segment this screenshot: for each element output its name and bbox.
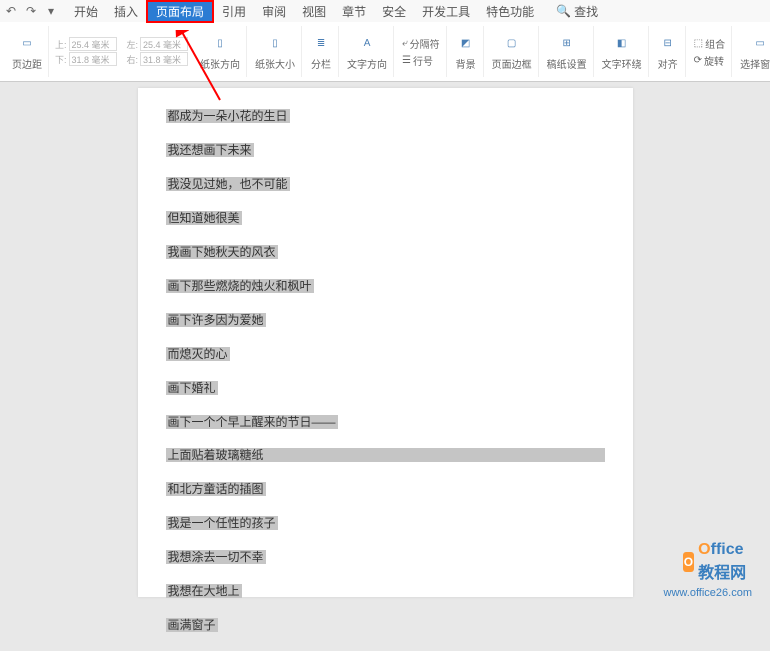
textwrap-label: 文字环绕 — [602, 56, 642, 71]
redo-icon[interactable]: ↷ — [24, 4, 38, 18]
group-icon: ⬚ — [694, 38, 703, 49]
text-line[interactable]: 画满窗子 — [166, 618, 218, 632]
tab-bar: ↶ ↷ ▾ 开始 插入 页面布局 引用 审阅 视图 章节 安全 开发工具 特色功… — [0, 0, 770, 22]
search-label: 查找 — [574, 3, 598, 20]
align-icon: ⊟ — [657, 32, 679, 54]
margin-bottom-input[interactable] — [69, 52, 117, 66]
background-icon: ◩ — [455, 32, 477, 54]
breaks-button[interactable]: ⤶分隔符 — [402, 36, 440, 51]
tab-start[interactable]: 开始 — [66, 1, 106, 22]
margins-group: ▭ 页边距 — [6, 26, 49, 77]
tab-search[interactable]: 🔍 查找 — [548, 1, 606, 22]
quick-access-toolbar: ↶ ↷ ▾ — [4, 4, 66, 18]
search-icon: 🔍 — [556, 4, 571, 18]
manuscript-label: 稿纸设置 — [547, 56, 587, 71]
text-line[interactable]: 但知道她很美 — [166, 211, 242, 225]
columns-group[interactable]: ≣ 分栏 — [304, 26, 339, 77]
margin-right-icon: 右: — [127, 53, 139, 66]
manuscript-group[interactable]: ⊞ 稿纸设置 — [541, 26, 594, 77]
text-direction-group[interactable]: A 文字方向 — [341, 26, 394, 77]
linenum-button[interactable]: ☰行号 — [402, 53, 433, 68]
tab-view[interactable]: 视图 — [294, 1, 334, 22]
group-button[interactable]: ⬚组合 — [694, 36, 725, 51]
tab-security[interactable]: 安全 — [374, 1, 414, 22]
text-line[interactable]: 画下那些燃烧的烛火和枫叶 — [166, 279, 314, 293]
margin-values-left: 上: 下: — [51, 37, 121, 66]
text-line[interactable]: 我想在大地上 — [166, 584, 242, 598]
breaks-linenum: ⤶分隔符 ☰行号 — [396, 26, 447, 77]
tab-page-layout[interactable]: 页面布局 — [146, 0, 214, 23]
watermark-url: www.office26.com — [664, 587, 752, 599]
group-rotate: ⬚组合 ⟳旋转 — [688, 26, 732, 77]
tab-insert[interactable]: 插入 — [106, 1, 146, 22]
textdir-label: 文字方向 — [347, 56, 387, 71]
pageborder-icon: ▢ — [501, 32, 523, 54]
pageborder-label: 页面边框 — [492, 56, 532, 71]
columns-icon: ≣ — [310, 32, 332, 54]
columns-label: 分栏 — [311, 56, 331, 71]
margin-left-input[interactable] — [140, 37, 188, 51]
papersize-icon: ▯ — [264, 32, 286, 54]
manuscript-icon: ⊞ — [556, 32, 578, 54]
margins-label: 页边距 — [12, 56, 42, 71]
tab-reference[interactable]: 引用 — [214, 1, 254, 22]
text-line[interactable]: 画下许多因为爱她 — [166, 313, 266, 327]
tab-chapter[interactable]: 章节 — [334, 1, 374, 22]
watermark-o: O — [698, 541, 710, 558]
text-line[interactable]: 我还想画下未来 — [166, 143, 254, 157]
background-group[interactable]: ◩ 背景 — [449, 26, 484, 77]
linenum-icon: ☰ — [402, 55, 411, 66]
pageborder-group[interactable]: ▢ 页面边框 — [486, 26, 539, 77]
align-label: 对齐 — [658, 56, 678, 71]
orientation-label: 纸张方向 — [200, 56, 240, 71]
ribbon: ▭ 页边距 上: 下: 左: 右: ▯ 纸张方向 ▯ 纸张大小 ≣ 分栏 A 文… — [0, 22, 770, 82]
breaks-icon: ⤶ — [402, 38, 408, 49]
margin-top-input[interactable] — [69, 37, 117, 51]
margins-icon[interactable]: ▭ — [16, 32, 38, 54]
text-line[interactable]: 我想涂去一切不幸 — [166, 550, 266, 564]
selectionpane-group[interactable]: ▭ 选择窗格 — [734, 26, 770, 77]
textwrap-icon: ◧ — [611, 32, 633, 54]
margin-top-icon: 上: — [55, 38, 67, 51]
margin-values-right: 左: 右: — [123, 37, 193, 66]
rotate-button[interactable]: ⟳旋转 — [694, 53, 724, 68]
text-line[interactable]: 都成为一朵小花的生日 — [166, 109, 290, 123]
select-label: 选择窗格 — [740, 56, 770, 71]
text-line[interactable]: 和北方童话的插图 — [166, 482, 266, 496]
document-page[interactable]: 都成为一朵小花的生日我还想画下未来我没见过她，也不可能但知道她很美我画下她秋天的… — [138, 88, 633, 597]
text-line[interactable]: 我是一个任性的孩子 — [166, 516, 278, 530]
text-line[interactable]: 我没见过她，也不可能 — [166, 177, 290, 191]
papersize-label: 纸张大小 — [255, 56, 295, 71]
orientation-group[interactable]: ▯ 纸张方向 — [194, 26, 247, 77]
rotate-icon: ⟳ — [694, 55, 702, 66]
document-canvas: 都成为一朵小花的生日我还想画下未来我没见过她，也不可能但知道她很美我画下她秋天的… — [0, 82, 770, 597]
textdir-icon: A — [356, 32, 378, 54]
align-group[interactable]: ⊟ 对齐 — [651, 26, 686, 77]
tab-review[interactable]: 审阅 — [254, 1, 294, 22]
text-line[interactable]: 我画下她秋天的风衣 — [166, 245, 278, 259]
orientation-icon: ▯ — [209, 32, 231, 54]
watermark-logo-icon: O — [683, 552, 695, 572]
selectionpane-icon: ▭ — [749, 32, 770, 54]
text-line[interactable]: 画下婚礼 — [166, 381, 218, 395]
papersize-group[interactable]: ▯ 纸张大小 — [249, 26, 302, 77]
tab-features[interactable]: 特色功能 — [478, 1, 542, 22]
undo-icon[interactable]: ↶ — [4, 4, 18, 18]
text-line[interactable]: 画下一个个早上醒来的节日—— — [166, 415, 338, 429]
background-label: 背景 — [456, 56, 476, 71]
margin-bottom-icon: 下: — [55, 53, 67, 66]
text-line[interactable]: 而熄灭的心 — [166, 347, 230, 361]
text-line[interactable]: 上面贴着玻璃糖纸 — [166, 448, 605, 462]
margin-left-icon: 左: — [127, 38, 139, 51]
margin-right-input[interactable] — [140, 52, 188, 66]
dropdown-icon[interactable]: ▾ — [44, 4, 58, 18]
textwrap-group[interactable]: ◧ 文字环绕 — [596, 26, 649, 77]
tab-devtools[interactable]: 开发工具 — [414, 1, 478, 22]
